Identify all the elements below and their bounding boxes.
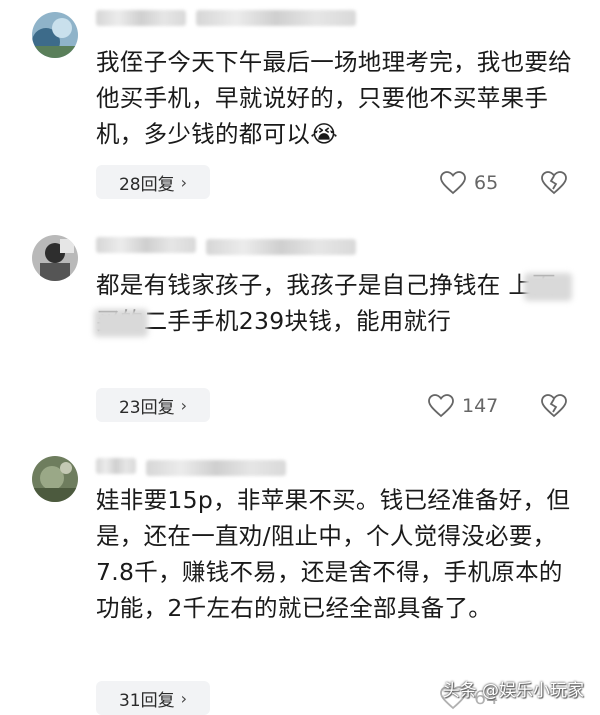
dislike-button[interactable] bbox=[541, 170, 567, 196]
username-blurred bbox=[96, 237, 196, 253]
comment-item: 我侄子今天下午最后一场地理考完，我也要给他买手机，早就说好的，只要他不买苹果手机… bbox=[0, 0, 600, 220]
reply-label: 31回复 bbox=[118, 690, 175, 711]
avatar[interactable] bbox=[32, 235, 78, 281]
user-meta-blurred bbox=[146, 460, 286, 476]
watermark: 头条 @娱乐小玩家 bbox=[442, 681, 584, 701]
reply-button[interactable]: 23回复 › bbox=[96, 388, 210, 422]
like-button[interactable]: 65 bbox=[440, 171, 498, 195]
avatar[interactable] bbox=[32, 456, 78, 502]
reply-button[interactable]: 31回复 › bbox=[96, 681, 210, 715]
reply-label: 28回复 bbox=[118, 174, 175, 195]
user-meta-blurred bbox=[206, 239, 356, 255]
heart-icon bbox=[428, 394, 454, 418]
broken-heart-icon bbox=[541, 171, 567, 195]
dislike-button[interactable] bbox=[541, 393, 567, 419]
username-blurred bbox=[96, 458, 136, 474]
chevron-right-icon: › bbox=[180, 688, 188, 708]
comment-item: 娃非要15p，非苹果不买。钱已经准备好，但是，还在一直劝/阻止中，个人觉得没必要… bbox=[0, 448, 600, 715]
censor-patch bbox=[94, 309, 148, 337]
username-blurred bbox=[96, 10, 186, 26]
avatar[interactable] bbox=[32, 12, 78, 58]
reply-label: 23回复 bbox=[118, 397, 175, 418]
comment-item: 都是有钱家孩子，我孩子是自己挣钱在 上面买的二手手机239块钱，能用就行 23回… bbox=[0, 225, 600, 440]
comment-text: 娃非要15p，非苹果不买。钱已经准备好，但是，还在一直劝/阻止中，个人觉得没必要… bbox=[96, 486, 571, 622]
heart-icon bbox=[440, 171, 466, 195]
reply-button[interactable]: 28回复 › bbox=[96, 165, 210, 199]
chevron-right-icon: › bbox=[180, 395, 188, 415]
like-button[interactable]: 147 bbox=[428, 394, 498, 418]
comment-text: 都是有钱家孩子，我孩子是自己挣钱在 上面买的二手手机239块钱，能用就行 bbox=[96, 271, 556, 335]
broken-heart-icon bbox=[541, 394, 567, 418]
user-meta-blurred bbox=[196, 10, 356, 26]
like-count: 147 bbox=[462, 395, 499, 417]
chevron-right-icon: › bbox=[180, 172, 188, 192]
like-count: 65 bbox=[474, 172, 499, 194]
comment-text: 我侄子今天下午最后一场地理考完，我也要给他买手机，早就说好的，只要他不买苹果手机… bbox=[96, 48, 572, 148]
censor-patch bbox=[524, 273, 572, 301]
